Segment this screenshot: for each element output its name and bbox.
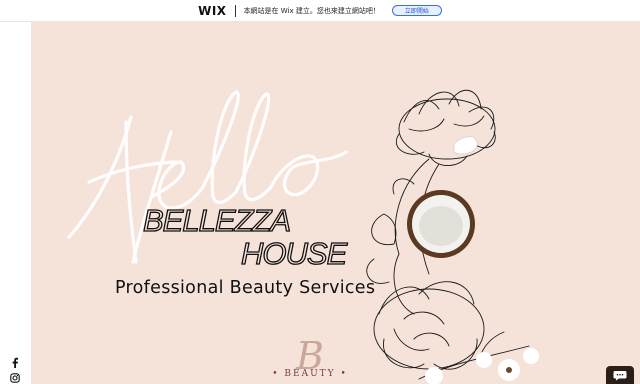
- wix-banner: WIX 本網站是在 Wix 建立。您也來建立網站吧！ 立即開始: [0, 0, 640, 22]
- tagline: Professional Beauty Services: [115, 278, 376, 298]
- chat-icon: [613, 371, 627, 381]
- start-now-button[interactable]: 立即開始: [391, 5, 442, 16]
- instagram-icon[interactable]: [9, 372, 20, 383]
- wix-banner-message: 本網站是在 Wix 建立。您也來建立網站吧！: [243, 6, 380, 15]
- wix-logo[interactable]: WIX: [198, 4, 226, 18]
- facebook-icon[interactable]: [9, 357, 20, 368]
- brand-name-line-1: BELLEZZA: [142, 203, 291, 238]
- social-bar: [0, 22, 31, 384]
- floral-coconut-illustration: [366, 89, 539, 384]
- banner-divider: [234, 4, 236, 17]
- beauty-logo: B • BEAUTY •: [265, 337, 355, 384]
- brand-name-line-2: HOUSE: [240, 236, 348, 271]
- logo-wordmark: • BEAUTY •: [272, 369, 348, 379]
- chat-button[interactable]: [606, 366, 634, 384]
- hero-section: BELLEZZA HOUSE Professional Beauty Servi…: [31, 22, 640, 384]
